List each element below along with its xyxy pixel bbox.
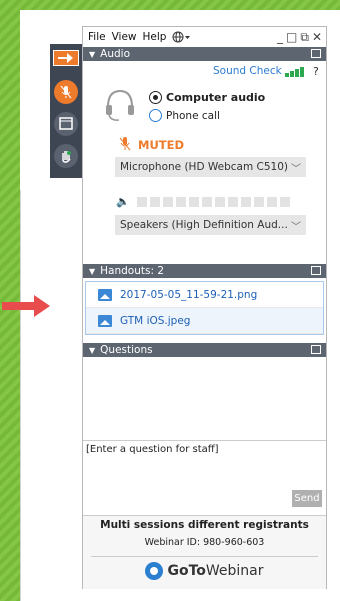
sound-check-link[interactable]: Sound Check	[213, 65, 282, 77]
divider	[20, 190, 21, 601]
brand-webinar: Webinar	[205, 563, 264, 579]
speakers-value: Speakers (High Definition Aud...	[120, 219, 288, 231]
popout-button[interactable]: ⧉	[300, 30, 309, 45]
questions-section-header[interactable]: ▼ Questions	[83, 343, 326, 357]
collapse-triangle-icon: ▼	[89, 49, 96, 59]
globe-language-icon[interactable]	[172, 31, 192, 43]
questions-section: ▼ Questions	[83, 343, 326, 357]
headset-icon	[106, 89, 134, 121]
popout-section-icon[interactable]	[311, 345, 321, 354]
screen-button[interactable]	[54, 112, 78, 136]
audio-title: Audio	[100, 48, 131, 60]
speakers-select[interactable]: Speakers (High Definition Aud... ﹀	[115, 215, 306, 235]
menu-help[interactable]: Help	[143, 31, 167, 43]
restore-button[interactable]: □	[286, 30, 297, 45]
phone-call-label: Phone call	[166, 109, 220, 122]
popout-section-icon[interactable]	[311, 266, 321, 275]
handouts-title: Handouts: 2	[100, 265, 165, 277]
popout-section-icon[interactable]	[311, 49, 321, 58]
handout-filename: GTM iOS.jpeg	[120, 314, 191, 327]
window-controls: _ □ ⧉ ✕	[277, 30, 322, 45]
brand-goto: GoTo	[167, 563, 206, 579]
control-toolbar	[50, 44, 82, 178]
handouts-section: ▼ Handouts: 2 2017-05-05_11-59-21.png GT…	[83, 264, 326, 338]
speaker-level-meter	[137, 197, 290, 207]
collapse-triangle-icon: ▼	[89, 345, 96, 355]
webinar-id: Webinar ID: 980-960-603	[144, 537, 265, 548]
collapse-panel-button[interactable]	[53, 50, 79, 66]
microphone-muted-icon	[119, 137, 131, 151]
gotowebinar-logo: GoToWebinar	[83, 562, 326, 580]
minimize-button[interactable]: _	[277, 30, 283, 45]
mic-muted-button[interactable]	[54, 80, 78, 104]
handouts-section-header[interactable]: ▼ Handouts: 2	[83, 264, 326, 278]
computer-audio-label: Computer audio	[166, 91, 266, 104]
phone-call-radio[interactable]: Phone call	[149, 109, 220, 122]
gotowebinar-flower-icon	[145, 562, 164, 580]
audio-section-header[interactable]: ▼ Audio	[83, 47, 326, 61]
chevron-down-icon: ﹀	[291, 164, 301, 175]
image-file-icon	[98, 288, 112, 301]
send-button[interactable]: Send	[292, 490, 322, 507]
close-button[interactable]: ✕	[312, 30, 322, 45]
question-placeholder: [Enter a question for staff]	[86, 444, 219, 455]
arrow-right-icon	[58, 53, 73, 63]
screen-icon	[59, 117, 73, 130]
menu-file[interactable]: File	[88, 31, 106, 43]
microphone-value: Microphone (HD Webcam C510)	[120, 161, 289, 173]
computer-audio-radio[interactable]: Computer audio	[149, 91, 265, 104]
handout-filename: 2017-05-05_11-59-21.png	[120, 288, 258, 301]
signal-bars-icon	[285, 67, 304, 77]
radio-selected-icon	[149, 91, 162, 104]
radio-unselected-icon	[149, 109, 162, 122]
collapse-triangle-icon: ▼	[89, 266, 96, 276]
raise-hand-button[interactable]	[54, 144, 78, 168]
handout-item[interactable]: GTM iOS.jpeg	[86, 308, 323, 334]
handout-item[interactable]: 2017-05-05_11-59-21.png	[86, 282, 323, 308]
speaker-icon: 🔈	[116, 195, 130, 208]
divider	[91, 556, 318, 557]
question-input[interactable]: [Enter a question for staff] Send	[83, 440, 326, 515]
hand-icon	[62, 151, 71, 163]
session-footer: Multi sessions different registrants Web…	[83, 515, 326, 589]
chevron-down-icon: ﹀	[291, 222, 301, 233]
questions-title: Questions	[100, 344, 153, 356]
microphone-muted-icon	[60, 85, 72, 99]
menu-view[interactable]: View	[112, 31, 137, 43]
image-file-icon	[98, 314, 112, 327]
muted-status: MUTED	[138, 138, 185, 152]
audio-help-button[interactable]: ?	[313, 65, 319, 78]
gotowebinar-control-panel: File View Help _ □ ⧉ ✕ ▼ Audio Sound Che…	[82, 26, 327, 589]
microphone-select[interactable]: Microphone (HD Webcam C510) ﹀	[115, 157, 306, 177]
pointer-arrow-icon	[2, 295, 50, 317]
session-title: Multi sessions different registrants	[100, 519, 309, 531]
